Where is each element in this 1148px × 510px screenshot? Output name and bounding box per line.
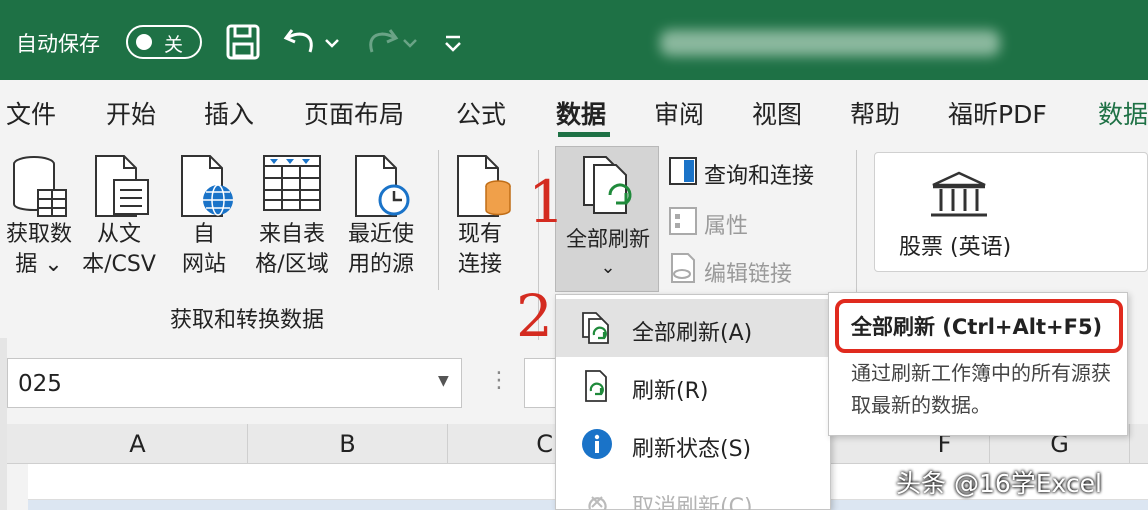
column-header-a[interactable]: A (28, 424, 248, 464)
tab-view[interactable]: 视图 (752, 95, 802, 131)
autosave-label: 自动保存 (16, 32, 100, 56)
tab-file[interactable]: 文件 (6, 95, 56, 131)
existing-connections-button[interactable]: 现有 连接 (450, 220, 510, 280)
menu-item-cancel-refresh: 取消刷新(C) (556, 473, 830, 510)
from-web-icon[interactable] (178, 154, 238, 220)
column-header-c[interactable]: C (448, 424, 558, 464)
get-data-button[interactable]: 获取数 据 ⌄ (4, 220, 74, 280)
tab-review[interactable]: 审阅 (654, 95, 704, 131)
tooltip-body: 通过刷新工作簿中的所有源获取最新的数据。 (851, 361, 1111, 417)
group-label-get-transform: 获取和转换数据 (170, 308, 325, 333)
recent-sources-button[interactable]: 最近使 用的源 (336, 220, 426, 280)
from-web-label-1: 自 (192, 222, 215, 247)
menu-item-refresh-all[interactable]: 全部刷新(A) (556, 299, 830, 357)
stocks-label: 股票 (英语) (899, 235, 1012, 260)
from-table-label-2: 格/区域 (255, 252, 329, 277)
from-text-csv-button[interactable]: 从文 本/CSV (74, 220, 164, 280)
tab-formulas[interactable]: 公式 (456, 95, 506, 131)
from-table-icon[interactable] (262, 154, 322, 214)
refresh-all-dropdown-icon[interactable]: ⌄ (558, 257, 658, 278)
from-table-range-button[interactable]: 来自表 格/区域 (250, 220, 334, 280)
from-text-label-1: 从文 (96, 222, 141, 247)
annotation-number-1: 1 (528, 168, 565, 236)
title-bar: 自动保存 关 (0, 0, 1148, 80)
from-text-icon[interactable] (92, 154, 152, 220)
blurred-filename (660, 30, 1000, 56)
menu-label-cancel-refresh: 取消刷新(C) (632, 495, 753, 510)
stocks-data-type[interactable]: 股票 (英语) (874, 152, 1148, 272)
bank-icon (931, 171, 987, 217)
existing-connections-icon[interactable] (454, 154, 514, 220)
get-data-label-1: 获取数 (5, 222, 72, 247)
recent-sources-label-1: 最近使 (347, 222, 414, 247)
name-box-dropdown-icon[interactable]: ▼ (438, 373, 449, 389)
tab-foxit-pdf[interactable]: 福昕PDF (948, 95, 1047, 131)
menu-label-refresh: 刷新(R) (632, 379, 709, 404)
autosave-state: 关 (164, 34, 184, 56)
get-data-icon[interactable] (8, 154, 68, 220)
menu-item-refresh-status[interactable]: 刷新状态(S) (556, 415, 830, 473)
refresh-dropdown-menu: 全部刷新(A) 刷新(R) 刷新状态(S) 取消刷新(C) (555, 294, 831, 510)
edit-links-button: 编辑链接 (704, 262, 793, 287)
queries-connections-icon[interactable] (668, 156, 698, 186)
ribbon-separator (438, 150, 439, 290)
undo-dropdown-icon[interactable] (322, 24, 342, 60)
tab-insert[interactable]: 插入 (204, 95, 254, 131)
refresh-icon (585, 370, 607, 402)
redo-dropdown-icon (403, 39, 417, 48)
menu-label-refresh-status: 刷新状态(S) (632, 437, 752, 462)
cancel-refresh-icon (588, 496, 607, 510)
properties-button: 属性 (704, 214, 749, 239)
active-tab-underline (558, 132, 610, 137)
tab-home[interactable]: 开始 (106, 95, 156, 131)
name-box-value: 025 (18, 371, 62, 397)
watermark: 头条 @16学Excel (896, 469, 1102, 498)
info-icon (582, 429, 612, 459)
from-table-label-1: 来自表 (258, 222, 325, 247)
recent-sources-icon[interactable] (352, 154, 412, 220)
refresh-all-button[interactable]: 全部刷新 ⌄ (555, 146, 659, 292)
autosave-toggle[interactable]: 关 (126, 25, 202, 59)
tab-help[interactable]: 帮助 (850, 95, 900, 131)
from-web-button[interactable]: 自 网站 (176, 220, 232, 280)
undo-icon[interactable] (282, 24, 322, 60)
properties-icon (669, 207, 697, 235)
tab-page-layout[interactable]: 页面布局 (304, 95, 404, 131)
tab-data[interactable]: 数据 (556, 95, 606, 131)
refresh-all-icon (582, 312, 609, 344)
save-icon[interactable] (224, 24, 264, 60)
customize-toolbar-icon[interactable] (440, 24, 466, 60)
column-header-b[interactable]: B (248, 424, 448, 464)
menu-item-refresh[interactable]: 刷新(R) (556, 357, 830, 415)
toggle-knob (136, 34, 152, 50)
annotation-number-2: 2 (516, 282, 553, 350)
existing-label-1: 现有 (457, 222, 502, 247)
refresh-all-icon (583, 156, 632, 214)
from-text-label-2: 本/CSV (82, 252, 156, 277)
queries-connections-button[interactable]: 查询和连接 (704, 158, 814, 190)
redo-icon (369, 29, 399, 53)
from-web-label-2: 网站 (181, 252, 226, 277)
recent-sources-label-2: 用的源 (347, 252, 414, 277)
tooltip-title: 全部刷新 (Ctrl+Alt+F5) (851, 315, 1103, 339)
edit-links-icon (671, 253, 695, 283)
tab-data-extra[interactable]: 数据 (1098, 95, 1148, 131)
refresh-all-tooltip: 全部刷新 (Ctrl+Alt+F5) 通过刷新工作簿中的所有源获取最新的数据。 (828, 292, 1128, 436)
menu-label-refresh-all: 全部刷新(A) (632, 321, 753, 346)
name-box[interactable]: 025 ▼ (7, 358, 462, 408)
existing-label-2: 连接 (457, 252, 502, 277)
formula-bar-grip: ⋮ (488, 368, 510, 393)
get-data-label-2: 据 ⌄ (15, 252, 63, 277)
refresh-all-label: 全部刷新 (566, 227, 650, 251)
